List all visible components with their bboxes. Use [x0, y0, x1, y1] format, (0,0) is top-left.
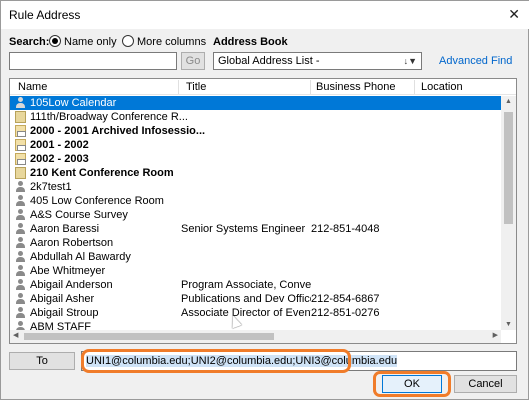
list-item[interactable]: Aaron Robertson	[10, 236, 501, 250]
list-item[interactable]: Abigail Stroup Associate Director of Even…	[10, 306, 501, 320]
list-item[interactable]: 2000 - 2001 Archived Infosessio...	[10, 124, 501, 138]
more-columns-radio[interactable]	[122, 35, 134, 47]
to-button[interactable]: To	[9, 352, 75, 370]
person-icon	[15, 279, 26, 291]
entry-name: 111th/Broadway Conference R...	[30, 111, 188, 123]
person-icon	[15, 265, 26, 277]
address-rows: 105Low Calendar 111th/Broadway Conference…	[10, 96, 501, 330]
entry-title: Senior Systems Engineer	[181, 223, 306, 235]
entry-name: A&S Course Survey	[30, 209, 128, 221]
entry-name: Aaron Robertson	[30, 237, 114, 249]
address-book-select[interactable]: Global Address List - ↓▼	[213, 52, 422, 70]
person-icon	[15, 321, 26, 330]
entry-name: 2k7test1	[30, 181, 72, 193]
scroll-down-icon[interactable]: ▼	[505, 321, 512, 328]
entry-name: Abigail Anderson	[30, 279, 113, 291]
more-columns-label[interactable]: More columns	[137, 36, 206, 48]
column-header: Name Title Business Phone Location	[10, 79, 516, 95]
address-book-label: Address Book	[213, 36, 288, 48]
list-item[interactable]: Abe Whitmeyer	[10, 264, 501, 278]
group-icon	[15, 153, 26, 165]
entry-name: 210 Kent Conference Room	[30, 167, 174, 179]
to-field-highlight	[81, 349, 351, 373]
list-item[interactable]: Abigail Anderson Program Associate, Conve…	[10, 278, 501, 292]
window-title: Rule Address	[9, 8, 81, 22]
room-icon	[15, 111, 26, 123]
group-icon	[15, 125, 26, 137]
column-divider[interactable]	[414, 80, 415, 94]
entry-name: Abigail Stroup	[30, 307, 99, 319]
list-item[interactable]: 2001 - 2002	[10, 138, 501, 152]
search-input[interactable]	[9, 52, 177, 70]
advanced-find-link[interactable]: Advanced Find	[439, 55, 512, 67]
cancel-button[interactable]: Cancel	[454, 375, 517, 393]
horizontal-scrollbar[interactable]: ◀ ▶	[10, 330, 501, 343]
address-list: Name Title Business Phone Location 105Lo…	[9, 78, 517, 344]
entry-name: Abe Whitmeyer	[30, 265, 106, 277]
search-label: Search:	[9, 36, 50, 48]
person-icon	[15, 293, 26, 305]
group-icon	[15, 139, 26, 151]
person-icon	[15, 195, 26, 207]
entry-name: ABM STAFF	[30, 321, 91, 330]
ok-button-highlight	[373, 371, 451, 397]
column-business-phone[interactable]: Business Phone	[316, 81, 396, 95]
title-bar: Rule Address ✕	[1, 1, 529, 29]
list-item[interactable]: A&S Course Survey	[10, 208, 501, 222]
person-icon	[15, 251, 26, 263]
rule-address-dialog: Rule Address ✕ Search: Name only More co…	[0, 0, 529, 400]
entry-phone: 212-854-6867	[311, 293, 380, 305]
entry-title: Associate Director of Event...	[181, 307, 311, 319]
entry-name: Abdullah Al Bawardy	[30, 251, 131, 263]
scroll-up-icon[interactable]: ▲	[505, 98, 512, 105]
list-item[interactable]: 405 Low Conference Room	[10, 194, 501, 208]
person-icon	[15, 97, 26, 109]
close-icon[interactable]: ✕	[508, 6, 520, 23]
scroll-thumb[interactable]	[504, 112, 513, 224]
chevron-down-icon: ↓▼	[403, 56, 417, 66]
entry-name: 405 Low Conference Room	[30, 195, 164, 207]
entry-name: 105Low Calendar	[30, 97, 117, 109]
entry-title: Program Associate, Conve...	[181, 279, 311, 291]
person-icon	[15, 209, 26, 221]
list-item[interactable]: Aaron Baressi Senior Systems Engineer 212-…	[10, 222, 501, 236]
list-item[interactable]: 111th/Broadway Conference R...	[10, 110, 501, 124]
person-icon	[15, 237, 26, 249]
person-icon	[15, 223, 26, 235]
list-item[interactable]: ABM STAFF	[10, 320, 501, 330]
list-item[interactable]: 210 Kent Conference Room	[10, 166, 501, 180]
horizontal-scroll-thumb[interactable]	[24, 333, 274, 340]
list-item[interactable]: 105Low Calendar	[10, 96, 501, 110]
column-divider[interactable]	[178, 80, 179, 94]
entry-phone: 212-851-0276	[311, 307, 380, 319]
list-item[interactable]: Abdullah Al Bawardy	[10, 250, 501, 264]
column-title[interactable]: Title	[186, 81, 206, 95]
list-item[interactable]: Abigail Asher Publications and Dev Office…	[10, 292, 501, 306]
room-icon	[15, 167, 26, 179]
person-icon	[15, 181, 26, 193]
name-only-radio[interactable]	[49, 35, 61, 47]
entry-title: Publications and Dev Officer	[181, 293, 311, 305]
name-only-label[interactable]: Name only	[64, 36, 117, 48]
entry-name: 2001 - 2002	[30, 139, 89, 151]
scroll-left-icon[interactable]: ◀	[13, 331, 18, 339]
entry-name: 2002 - 2003	[30, 153, 89, 165]
go-button[interactable]: Go	[181, 52, 205, 70]
entry-name: 2000 - 2001 Archived Infosessio...	[30, 125, 206, 137]
entry-name: Abigail Asher	[30, 293, 95, 305]
vertical-scrollbar[interactable]: ▲ ▼	[501, 96, 516, 330]
column-location[interactable]: Location	[421, 81, 463, 95]
person-icon	[15, 307, 26, 319]
entry-name: Aaron Baressi	[30, 223, 100, 235]
column-name[interactable]: Name	[18, 81, 47, 95]
list-item[interactable]: 2k7test1	[10, 180, 501, 194]
list-item[interactable]: 2002 - 2003	[10, 152, 501, 166]
entry-phone: 212-851-4048	[311, 223, 380, 235]
address-book-value: Global Address List -	[218, 55, 320, 67]
scroll-right-icon[interactable]: ▶	[493, 331, 498, 339]
column-divider[interactable]	[310, 80, 311, 94]
